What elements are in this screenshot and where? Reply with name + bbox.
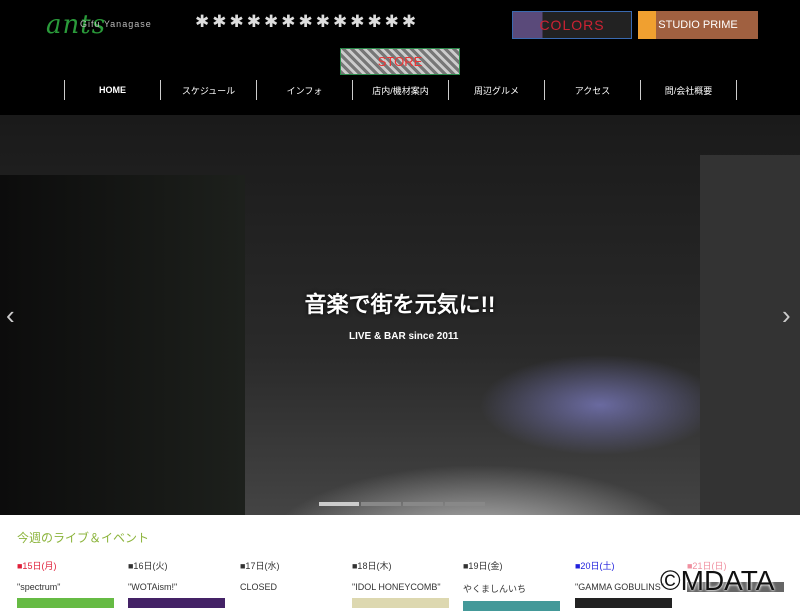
nav-company[interactable]: 問/会社概要: [640, 80, 736, 100]
event-day[interactable]: ■19日(金) やくましんいち: [463, 559, 573, 611]
prev-arrow-icon[interactable]: ‹: [6, 300, 15, 331]
event-title[interactable]: CLOSED: [240, 582, 350, 592]
nav-equipment[interactable]: 店内/機材案内: [352, 80, 448, 100]
site-header: ants Gifu Yanagase ✱✱✱✱✱✱✱✱✱✱✱✱✱ COLORS …: [0, 0, 800, 115]
store-banner[interactable]: STORE: [340, 48, 460, 75]
hero-image-wall: [700, 155, 800, 515]
event-day[interactable]: ■15日(月) "spectrum": [17, 559, 127, 608]
nav-divider: [736, 80, 737, 100]
slider-dot[interactable]: [403, 502, 443, 506]
event-day[interactable]: ■16日(火) "WOTAism!": [128, 559, 238, 608]
ants-decoration: ✱✱✱✱✱✱✱✱✱✱✱✱✱: [195, 12, 420, 31]
event-title[interactable]: "spectrum": [17, 582, 127, 592]
events-heading: 今週のライブ＆イベント: [17, 531, 150, 545]
nav-info[interactable]: インフォ: [256, 80, 352, 100]
watermark: ©MDATA: [660, 565, 775, 596]
slider-dot[interactable]: [361, 502, 401, 506]
nav-home[interactable]: HOME: [64, 80, 160, 100]
main-nav: HOME スケジュール インフォ 店内/機材案内 周辺グルメ アクセス 問/会社…: [64, 80, 737, 100]
slider-dot[interactable]: [445, 502, 485, 506]
event-title[interactable]: "IDOL HONEYCOMB": [352, 582, 462, 592]
logo-subtitle: Gifu Yanagase: [80, 19, 152, 29]
nav-schedule[interactable]: スケジュール: [160, 80, 256, 100]
event-title[interactable]: "WOTAism!": [128, 582, 238, 592]
event-date: ■19日(金): [463, 561, 503, 571]
next-arrow-icon[interactable]: ›: [782, 300, 791, 331]
slider-dot[interactable]: [319, 502, 359, 506]
event-thumbnail[interactable]: [463, 601, 560, 611]
event-date: ■18日(木): [352, 561, 392, 571]
nav-access[interactable]: アクセス: [544, 80, 640, 100]
event-day[interactable]: ■18日(木) "IDOL HONEYCOMB": [352, 559, 462, 608]
slider-dots: [319, 502, 485, 506]
event-day[interactable]: ■17日(水) CLOSED: [240, 559, 350, 608]
event-date: ■15日(月): [17, 561, 57, 571]
nav-gourmet[interactable]: 周辺グルメ: [448, 80, 544, 100]
hero-subtitle: LIVE & BAR since 2011: [349, 331, 459, 342]
studio-prime-banner[interactable]: STUDIO PRIME: [638, 11, 758, 39]
colors-banner[interactable]: COLORS: [512, 11, 632, 39]
event-date: ■16日(火): [128, 561, 168, 571]
event-title[interactable]: やくましんいち: [463, 582, 573, 595]
hero-title: 音楽で街を元気に!!: [304, 292, 496, 317]
hero-slider: 音楽で街を元気に!! LIVE & BAR since 2011 ‹ ›: [0, 115, 800, 515]
event-date: ■17日(水): [240, 561, 280, 571]
hero-image-wall: [0, 175, 245, 515]
